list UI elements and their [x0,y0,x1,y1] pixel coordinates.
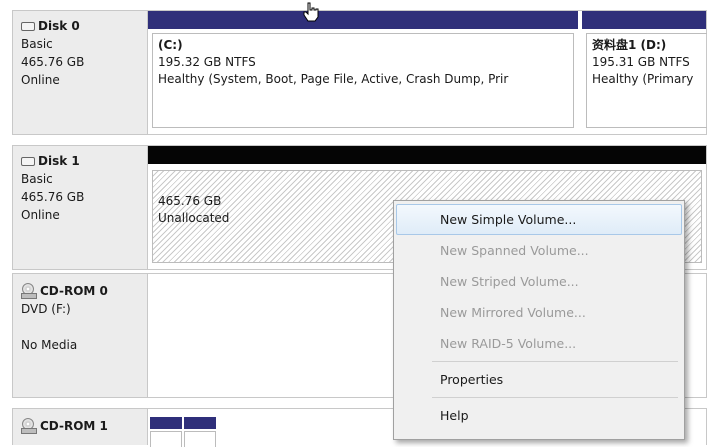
menu-item-help[interactable]: Help [396,400,682,431]
menu-item-new-raid5-volume[interactable]: New RAID-5 Volume... [396,328,682,359]
disk-info-1[interactable]: Disk 1 Basic 465.76 GB Online [12,145,148,270]
disk-name: Disk 1 [38,154,80,168]
menu-item-new-mirrored-volume[interactable]: New Mirrored Volume... [396,297,682,328]
partition-bar [148,146,706,164]
menu-item-new-striped-volume[interactable]: New Striped Volume... [396,266,682,297]
menu-separator [432,361,678,362]
hard-disk-icon [21,21,35,31]
hand-cursor-icon [303,2,319,22]
partition-body[interactable]: (C:) 195.32 GB NTFS Healthy (System, Boo… [152,33,574,128]
partition-label: 资料盘1 (D:) [592,38,667,52]
disk-title-cdrom-1: CD-ROM 1 [21,417,139,435]
menu-item-new-simple-volume[interactable]: New Simple Volume... [396,204,682,235]
disk-status: Online [21,73,60,87]
disk-0-partition-area: (C:) 195.32 GB NTFS Healthy (System, Boo… [148,10,707,135]
menu-item-new-spanned-volume[interactable]: New Spanned Volume... [396,235,682,266]
disk-info-0[interactable]: Disk 0 Basic 465.76 GB Online [12,10,148,135]
partition-label: (C:) [158,38,183,52]
cd-drive-icon [21,418,37,434]
cdrom-1-bar-b [184,417,216,429]
disk-info-cdrom-1[interactable]: CD-ROM 1 [12,408,148,445]
disk-type: Basic [21,172,53,186]
disk-title-1: Disk 1 [21,152,139,170]
context-menu: New Simple Volume... New Spanned Volume.… [393,200,685,440]
partition-bar [582,11,706,29]
partition-size: 195.31 GB NTFS [592,55,690,69]
disk-status: Online [21,208,60,222]
cd-drive-icon [21,283,37,299]
cdrom-1-bar-a [150,417,182,429]
disk-name: CD-ROM 1 [40,419,108,433]
disk-row-0[interactable]: Disk 0 Basic 465.76 GB Online (C:) 195.3… [0,10,707,135]
menu-separator [432,397,678,398]
disk-info-cdrom-0[interactable]: CD-ROM 0 DVD (F:) No Media [12,273,148,398]
partition-status: Healthy (System, Boot, Page File, Active… [158,72,509,86]
disk-type: DVD (F:) [21,302,71,316]
disk-title-0: Disk 0 [21,17,139,35]
disk-status: No Media [21,338,78,352]
partition-body[interactable]: 资料盘1 (D:) 195.31 GB NTFS Healthy (Primar… [586,33,707,128]
partition-d[interactable]: 资料盘1 (D:) 195.31 GB NTFS Healthy (Primar… [582,11,707,134]
disk-type: Basic [21,37,53,51]
partition-bar [148,11,578,29]
disk-name: CD-ROM 0 [40,284,108,298]
disk-title-cdrom-0: CD-ROM 0 [21,282,139,300]
disk-name: Disk 0 [38,19,80,33]
disk-size: 465.76 GB [21,55,85,69]
partition-status: Healthy (Primary [592,72,694,86]
disk-size: 465.76 GB [21,190,85,204]
partition-size: 195.32 GB NTFS [158,55,256,69]
menu-item-properties[interactable]: Properties [396,364,682,395]
partition-c[interactable]: (C:) 195.32 GB NTFS Healthy (System, Boo… [148,11,580,134]
hard-disk-icon [21,156,35,166]
